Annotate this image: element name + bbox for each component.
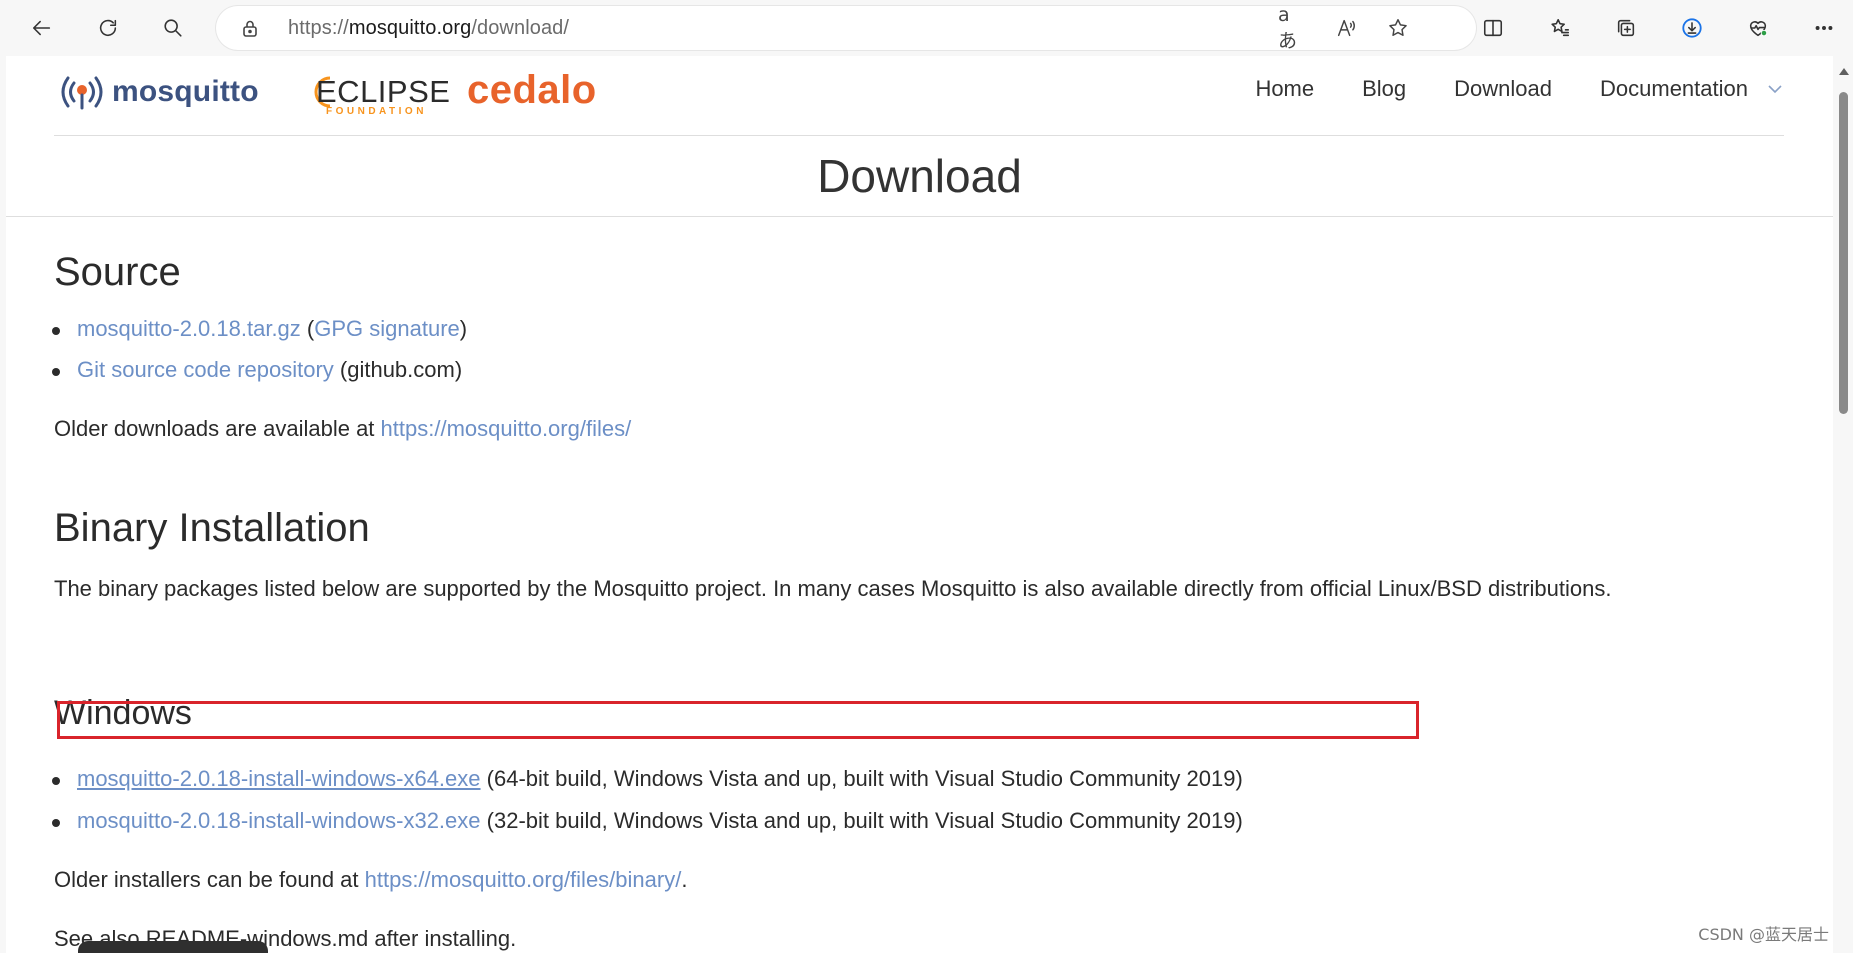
eclipse-foundation-logo[interactable]: ECLIPSE FOUNDATION xyxy=(314,74,452,118)
watermark-text: CSDN @蓝天居士 xyxy=(1698,925,1829,944)
git-repo-link[interactable]: Git source code repository xyxy=(77,357,334,382)
mosquitto-logo-icon xyxy=(61,76,103,110)
download-icon xyxy=(1682,18,1702,38)
paren-open: ( xyxy=(300,316,315,341)
split-screen-icon xyxy=(1483,19,1503,37)
collections-icon xyxy=(1617,19,1635,37)
translate-glyph: aあ xyxy=(1278,3,1298,52)
downloads-button[interactable] xyxy=(1674,10,1710,46)
page-title: Download xyxy=(817,150,1022,202)
chevron-down-icon[interactable] xyxy=(1766,80,1784,98)
refresh-button[interactable] xyxy=(90,10,126,46)
older-downloads-label: Older downloads are available at xyxy=(54,416,381,441)
site-header: mosquitto ECLIPSE FOUNDATION cedalo Home… xyxy=(54,56,1784,136)
url-path: /download/ xyxy=(471,17,570,39)
browser-toolbar: https://mosquitto.org/download/ aあ xyxy=(0,0,1853,56)
settings-more-button[interactable] xyxy=(1806,10,1842,46)
mosquitto-logo-text: mosquitto xyxy=(112,75,259,108)
back-arrow-icon xyxy=(32,20,51,36)
collections-button[interactable] xyxy=(1608,10,1644,46)
binary-installation-heading: Binary Installation xyxy=(54,506,370,550)
older-installers-link[interactable]: https://mosquitto.org/files/binary/ xyxy=(365,867,682,892)
windows-x64-description: (64-bit build, Windows Vista and up, bui… xyxy=(480,766,1243,791)
nav-download[interactable]: Download xyxy=(1454,76,1552,102)
nav-home[interactable]: Home xyxy=(1255,76,1314,102)
scroll-thumb[interactable] xyxy=(1839,92,1848,414)
scroll-up-arrow-icon[interactable] xyxy=(1839,68,1849,75)
older-installers-text: Older installers can be found at https:/… xyxy=(54,867,687,893)
favorites-button[interactable] xyxy=(1542,10,1578,46)
lock-icon[interactable] xyxy=(240,18,260,38)
list-item: mosquitto-2.0.18.tar.gz (GPG signature) xyxy=(51,316,468,342)
partial-dark-button[interactable] xyxy=(78,941,268,953)
address-bar[interactable]: https://mosquitto.org/download/ aあ xyxy=(216,4,1476,52)
page-title-bar: Download xyxy=(6,136,1833,217)
read-aloud-icon[interactable] xyxy=(1332,14,1360,42)
url-prefix: https:// xyxy=(288,17,349,39)
source-tarball-link[interactable]: mosquitto-2.0.18.tar.gz xyxy=(77,316,301,341)
url-host: mosquitto.org xyxy=(348,17,472,39)
windows-x32-installer-link[interactable]: mosquitto-2.0.18-install-windows-x32.exe xyxy=(77,808,481,833)
heart-pulse-icon xyxy=(1749,21,1768,37)
paren-close: ) xyxy=(459,316,468,341)
highlight-annotation-box xyxy=(57,701,1419,739)
favorite-star-icon[interactable] xyxy=(1384,14,1412,42)
back-button[interactable] xyxy=(24,10,60,46)
more-dots-icon xyxy=(1815,26,1833,30)
source-heading: Source xyxy=(54,250,181,294)
favorites-list-icon xyxy=(1551,18,1570,37)
list-item: mosquitto-2.0.18-install-windows-x64.exe… xyxy=(52,766,1243,792)
url-text[interactable]: https://mosquitto.org/download/ xyxy=(288,17,569,40)
older-downloads-link[interactable]: https://mosquitto.org/files/ xyxy=(381,416,632,441)
list-item: Git source code repository (github.com) xyxy=(51,357,463,383)
main-nav: Home Blog Download Documentation xyxy=(1207,76,1784,102)
list-item: mosquitto-2.0.18-install-windows-x32.exe… xyxy=(52,808,1243,834)
windows-x64-installer-link[interactable]: mosquitto-2.0.18-install-windows-x64.exe xyxy=(77,766,481,791)
gpg-signature-link[interactable]: GPG signature xyxy=(314,316,460,341)
older-installers-end: . xyxy=(681,867,688,892)
eclipse-logo-subtext: FOUNDATION xyxy=(326,106,427,117)
older-downloads-text: Older downloads are available at https:/… xyxy=(54,416,631,442)
cedalo-logo[interactable]: cedalo xyxy=(467,68,597,113)
nav-documentation[interactable]: Documentation xyxy=(1600,76,1748,102)
windows-x32-description: (32-bit build, Windows Vista and up, bui… xyxy=(480,808,1243,833)
refresh-icon xyxy=(99,19,117,37)
translate-icon[interactable]: aあ xyxy=(1278,4,1306,52)
browser-essentials-button[interactable] xyxy=(1740,10,1776,46)
git-repo-suffix: (github.com) xyxy=(333,357,463,382)
nav-blog[interactable]: Blog xyxy=(1362,76,1406,102)
search-icon xyxy=(164,19,182,37)
older-installers-label: Older installers can be found at xyxy=(54,867,365,892)
search-button[interactable] xyxy=(155,10,191,46)
eclipse-logo-text: ECLIPSE xyxy=(316,74,451,109)
binary-description: The binary packages listed below are sup… xyxy=(54,576,1612,601)
split-screen-button[interactable] xyxy=(1475,10,1511,46)
mosquitto-logo[interactable]: mosquitto xyxy=(54,70,259,114)
page-viewport: mosquitto ECLIPSE FOUNDATION cedalo Home… xyxy=(6,56,1833,953)
page-scrollbar[interactable] xyxy=(1833,56,1853,953)
